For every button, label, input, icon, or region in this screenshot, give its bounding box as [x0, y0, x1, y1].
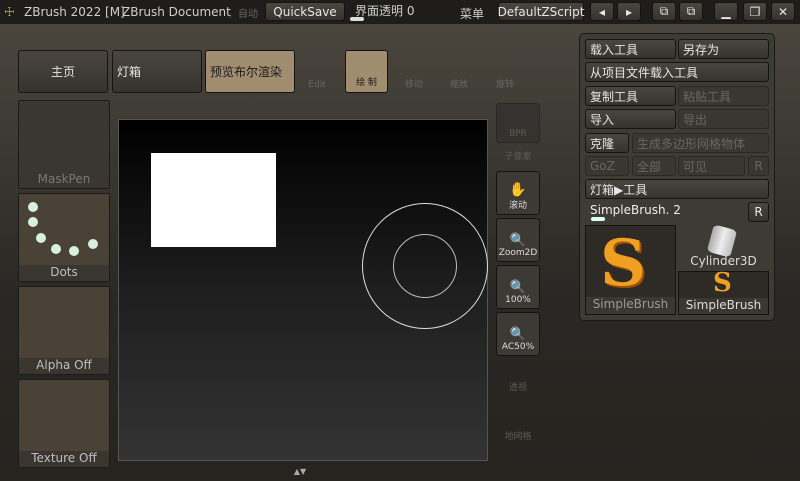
stroke-tile[interactable]: Dots [18, 193, 110, 282]
restore-icon[interactable]: ❐ [743, 2, 767, 21]
alpha-tile[interactable]: Alpha Off [18, 286, 110, 375]
import-button[interactable]: 导入 [585, 109, 676, 129]
brush-label: MaskPen [19, 172, 109, 188]
app-title: ZBrush 2022 [M] [24, 5, 125, 19]
make-polymesh-button[interactable]: 生成多边形网格物体 [632, 133, 769, 153]
script-button[interactable]: DefaultZScript [498, 2, 584, 21]
bpr-button[interactable]: BPR [496, 103, 540, 143]
stroke-label: Dots [19, 265, 109, 281]
brush-tile[interactable]: MaskPen [18, 100, 110, 189]
scroll-label: 滚动 [508, 201, 527, 211]
scroll-left-icon[interactable]: ◂ [590, 2, 614, 21]
copy-tool-button[interactable]: 复制工具 [585, 86, 676, 106]
save-as-button[interactable]: 另存为 [678, 39, 769, 59]
scroll-button[interactable]: ✋ 滚动 [496, 171, 540, 215]
current-tool-r-button[interactable]: R [748, 202, 769, 222]
scroll-right-icon[interactable]: ▸ [617, 2, 641, 21]
lightbox-tool-button[interactable]: 灯箱▶工具 [585, 179, 769, 199]
transparency-handle[interactable] [350, 17, 364, 21]
thumb-label: Cylinder3D [690, 254, 757, 268]
current-tool-slider[interactable]: SimpleBrush. 2 [590, 203, 681, 217]
load-from-project-button[interactable]: 从项目文件载入工具 [585, 62, 769, 82]
simplebrush-s-icon: S [600, 226, 647, 301]
tool-thumb-cylinder3d[interactable]: Cylinder3D [678, 224, 769, 270]
layout-prev-icon[interactable]: ⧉ [652, 2, 676, 21]
bpr-preview-button[interactable]: 预览布尔渲染 [205, 50, 295, 93]
actual-size-label: 100% [505, 295, 531, 305]
edit-button[interactable]: Edit [302, 54, 332, 90]
cylinder-icon [706, 224, 738, 258]
goz-button[interactable]: GoZ [585, 156, 629, 176]
magnifier-icon: 🔍 [509, 233, 527, 248]
paste-tool-button[interactable]: 粘贴工具 [678, 86, 769, 106]
goz-r-button[interactable]: R [748, 156, 769, 176]
load-tool-button[interactable]: 载入工具 [585, 39, 676, 59]
canvas-scroll-handle[interactable]: ▲▼ [240, 467, 360, 476]
texture-tile[interactable]: Texture Off [18, 379, 110, 468]
thumb-label: SimpleBrush [679, 298, 768, 314]
layout-next-icon[interactable]: ⧉ [679, 2, 703, 21]
autosave-label: ，自动 [228, 9, 258, 20]
move-button[interactable]: 移动 [397, 54, 431, 90]
magnifier-icon: 🔍 [509, 280, 527, 295]
magnifier-icon: 🔍 [509, 327, 527, 342]
floor-button[interactable]: 地网格 [496, 415, 540, 445]
quicksave-button[interactable]: QuickSave [265, 2, 345, 21]
clone-button[interactable]: 克隆 [585, 133, 629, 153]
dots-stroke-icon [28, 202, 98, 256]
minimize-icon[interactable]: ▁ [714, 2, 738, 21]
zoom2d-label: Zoom2D [498, 248, 538, 258]
actual-size-button[interactable]: 🔍 100% [496, 265, 540, 309]
lightbox-button[interactable]: 灯箱 [112, 50, 202, 93]
tool-thumb-simplebrush-small[interactable]: S SimpleBrush [678, 268, 769, 315]
simplebrush-s-icon: S [713, 268, 732, 298]
tool-thumb-simplebrush[interactable]: S SimpleBrush [585, 225, 676, 315]
thumb-label: SimpleBrush [586, 297, 675, 314]
white-rectangle [151, 153, 276, 247]
export-button[interactable]: 导出 [678, 109, 769, 129]
texture-label: Texture Off [19, 451, 109, 467]
visible-button[interactable]: 可见 [678, 156, 745, 176]
draw-button[interactable]: 绘 制 [345, 50, 388, 93]
home-button[interactable]: 主页 [18, 50, 108, 93]
half-size-button[interactable]: 🔍 AC50% [496, 312, 540, 356]
current-tool-handle[interactable] [591, 217, 605, 221]
all-button[interactable]: 全部 [632, 156, 676, 176]
brush-inner-circle [393, 234, 457, 298]
perspective-button[interactable]: 透视 [496, 362, 540, 396]
alpha-label: Alpha Off [19, 358, 109, 374]
half-size-label: AC50% [501, 342, 535, 352]
subpixel-label[interactable]: 子像素 [496, 145, 540, 165]
scale-button[interactable]: 缩放 [442, 54, 476, 90]
zbrush-logo-icon: ☩ [4, 5, 15, 19]
document-canvas[interactable] [118, 119, 488, 461]
close-icon[interactable]: ✕ [771, 2, 795, 21]
title-bar: ☩ ZBrush 2022 [M] ZBrush Document ，自动 Qu… [0, 0, 800, 24]
zoom2d-button[interactable]: 🔍 Zoom2D [496, 218, 540, 262]
transparency-slider[interactable]: 界面透明 0 [355, 2, 414, 19]
rotate-button[interactable]: 旋转 [488, 54, 522, 90]
hand-icon: ✋ [509, 182, 527, 198]
menu-label[interactable]: 菜单 [460, 5, 484, 22]
document-title: ZBrush Document [122, 5, 231, 19]
